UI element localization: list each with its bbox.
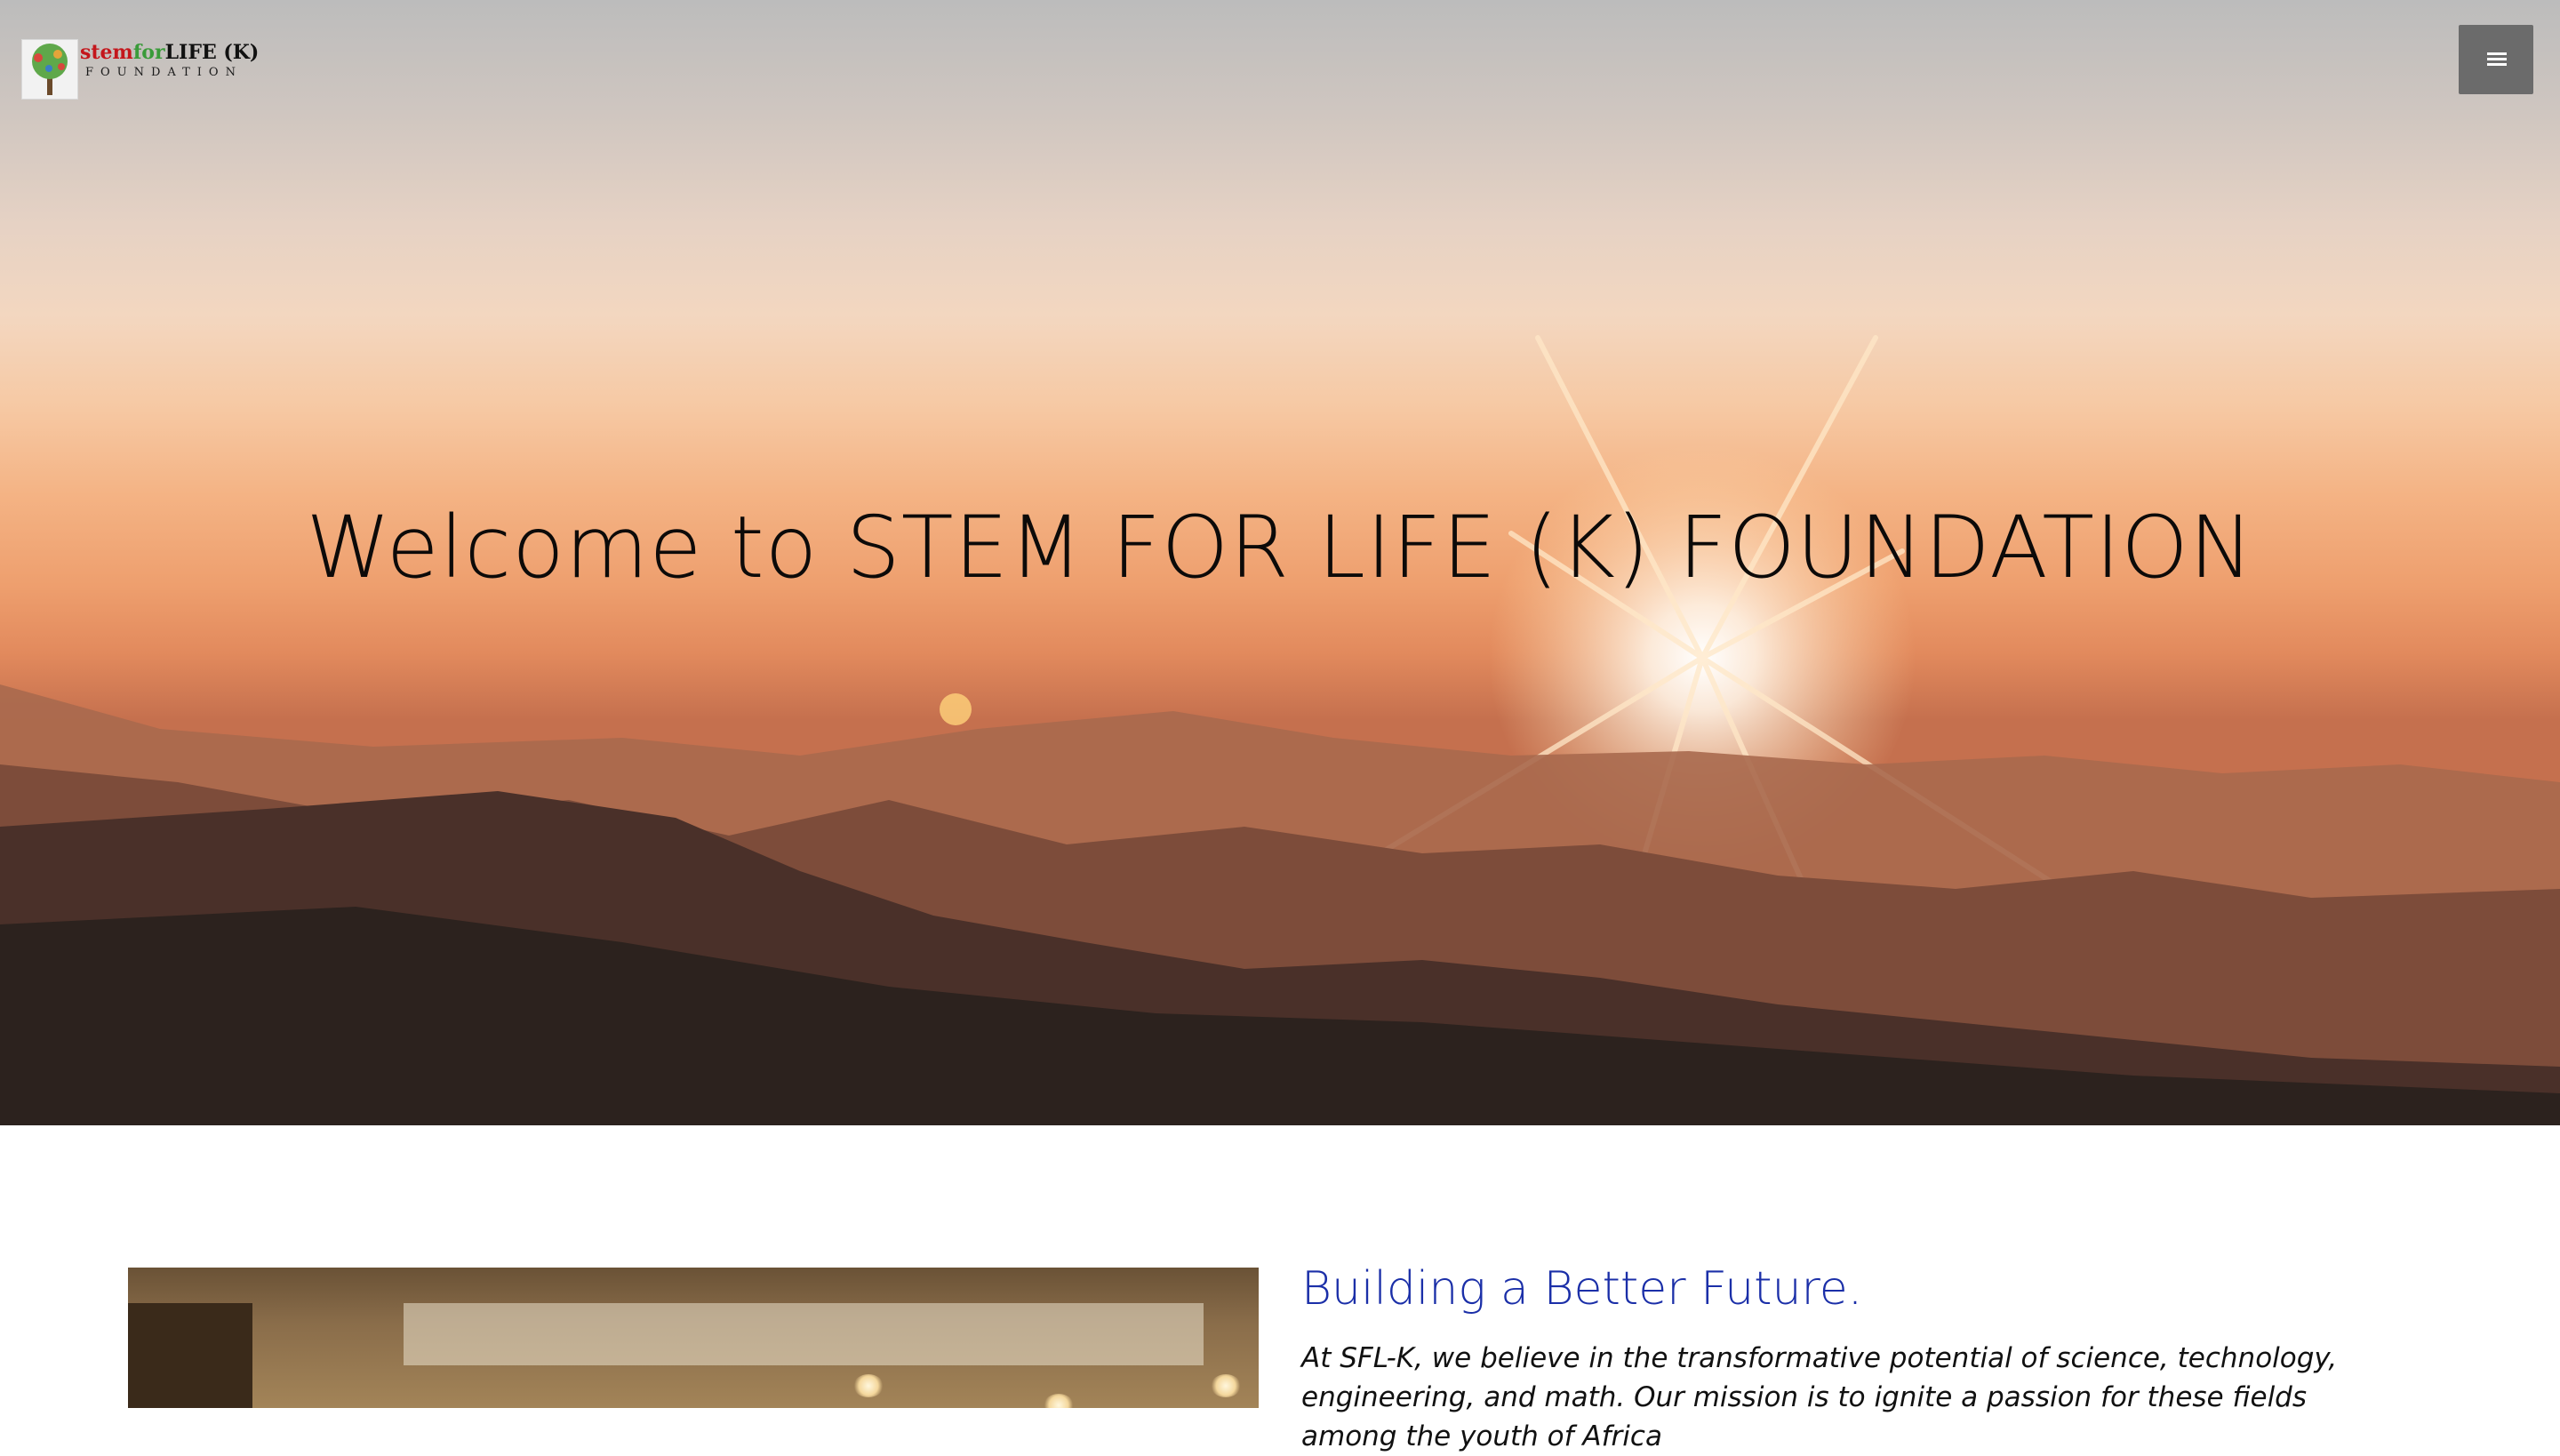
hero-banner: Welcome to STEM FOR LIFE (K) FOUNDATION: [0, 0, 2560, 1125]
logo-subtitle: FOUNDATION: [85, 66, 243, 79]
section-paragraph: At SFL-K, we believe in the transformati…: [1301, 1342, 2338, 1452]
section-heading: Building a Better Future.: [1301, 1262, 1863, 1316]
logo-wordmark: stemforLIFE (K): [80, 41, 260, 64]
section-image: [128, 1268, 1259, 1408]
menu-button[interactable]: [2459, 25, 2533, 94]
tree-logo-icon: [21, 39, 78, 100]
hero-title: Welcome to STEM FOR LIFE (K) FOUNDATION: [306, 498, 2254, 597]
site-logo[interactable]: stemforLIFE (K) FOUNDATION: [21, 39, 261, 100]
hamburger-icon: [2487, 52, 2507, 67]
